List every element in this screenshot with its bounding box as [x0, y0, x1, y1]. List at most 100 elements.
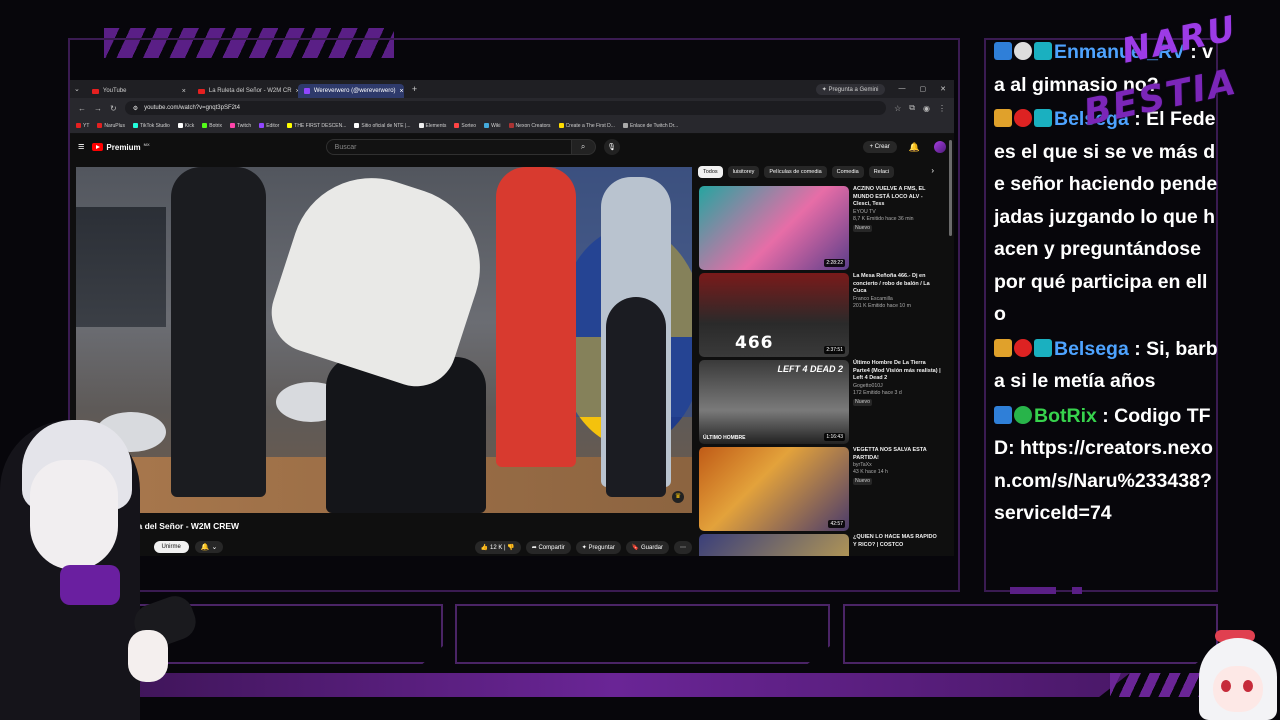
chip-comedy-movies[interactable]: Películas de comedia	[764, 166, 827, 178]
close-icon[interactable]: ×	[182, 88, 186, 95]
recommendation-title[interactable]: La Mesa Reñoña 466.- Dj en concierto / r…	[853, 273, 941, 296]
close-window-icon[interactable]: ✕	[940, 85, 946, 93]
chat-username[interactable]: BotRix	[1034, 405, 1097, 427]
maximize-icon[interactable]: ▢	[920, 85, 927, 93]
filter-chips: Todos luisitorey Películas de comedia Co…	[698, 166, 934, 178]
share-button[interactable]: ➦ Compartir	[525, 540, 571, 554]
bookmark-item[interactable]: YT	[76, 123, 89, 129]
site-info-icon[interactable]: ⚙	[133, 105, 138, 112]
recommendation-title[interactable]: ¿QUIÉN LO HACE MÁS RÁPIDO Y RICO? | COST…	[853, 534, 941, 549]
chevron-right-icon[interactable]: ›	[931, 166, 934, 178]
video-thumbnail[interactable]: 42:57	[699, 447, 849, 531]
page-scrollbar[interactable]	[949, 140, 952, 236]
bookmark-item[interactable]: NaruPlus	[97, 123, 125, 129]
recommendation-title[interactable]: ACZINO VUELVE A FMS, EL MUNDO ESTÁ LOCO …	[853, 186, 941, 209]
recommendation-title[interactable]: VEGETTA NOS SALVA ESTA PARTIDA!	[853, 447, 941, 462]
gemini-button[interactable]: ✦ Pregunta a Gemini	[815, 83, 885, 95]
recommendation-channel[interactable]: byrTaXx	[853, 462, 941, 469]
bookmark-label: Sitio oficial de NTE |...	[361, 122, 411, 129]
recommendation-channel[interactable]: EYOU TV	[853, 209, 941, 216]
recommendation-channel[interactable]: Franco Escamilla	[853, 296, 941, 303]
more-icon[interactable]: ⋮	[938, 104, 946, 113]
bookmark-favicon-icon	[418, 123, 424, 128]
bookmark-item[interactable]: Editor	[259, 123, 279, 129]
recommendation-stats: 172 Emitido hace 3 d	[853, 389, 902, 396]
new-badge: Nuevo	[853, 478, 872, 485]
forward-icon[interactable]: →	[94, 104, 102, 113]
bookmark-item[interactable]: Sorteo	[454, 123, 476, 129]
bookmark-favicon-icon	[97, 123, 103, 128]
recommendation-stats: 43 K hace 14 h	[853, 469, 888, 475]
bookmark-favicon-icon	[354, 123, 360, 128]
recommendation-title[interactable]: Último Hombre De La Tierra Parte4 (Mod V…	[853, 360, 941, 383]
video-thumbnail[interactable]: 466 2:37:51	[699, 273, 849, 357]
tab-twitch[interactable]: Wereverwero (@wereverwero) ×	[297, 84, 404, 98]
bookmark-item[interactable]: Nexon Creators	[508, 123, 551, 129]
tab-bar: ⌄ YouTube × La Ruleta del Señor - W2M CR ×…	[70, 80, 954, 98]
url-field[interactable]: ⚙ youtube.com/watch?v=gnqt3pSF2t4	[124, 101, 887, 115]
red-badge-icon	[1014, 338, 1032, 357]
minimize-icon[interactable]: —	[899, 85, 906, 93]
bookmark-item[interactable]: Elements	[418, 123, 446, 129]
bookmark-item[interactable]: Botrix	[202, 123, 222, 129]
address-bar: ← → ↻ ⚙ youtube.com/watch?v=gnqt3pSF2t4 ☆…	[70, 98, 954, 118]
close-icon[interactable]: ×	[400, 88, 404, 95]
notifications-icon[interactable]: 🔔	[909, 142, 920, 153]
duration-badge: 1:16:43	[824, 433, 845, 441]
bookmark-item[interactable]: Enlace de Twitch Dr...	[622, 123, 678, 129]
bookmark-favicon-icon	[76, 123, 81, 128]
bookmark-item[interactable]: Create a The First D...	[558, 123, 615, 129]
search-icon[interactable]: ⌕	[571, 139, 596, 155]
menu-icon[interactable]: ≡	[78, 141, 84, 153]
search-input[interactable]: Buscar	[325, 139, 572, 155]
bookmark-item[interactable]: Sitio oficial de NTE |...	[354, 122, 411, 129]
youtube-icon	[197, 88, 205, 94]
bookmark-item[interactable]: TikTok Studio	[132, 122, 170, 129]
chip-comedy[interactable]: Comedia	[831, 166, 864, 178]
recommendation-item[interactable]: LEFT 4 DEAD 2 ÚLTIMO HOMBRE 1:16:43 Último…	[699, 360, 943, 447]
ask-button[interactable]: ✦ Preguntar	[575, 540, 621, 554]
like-button[interactable]: 👍 12 K | 👎	[474, 540, 521, 554]
video-person	[496, 167, 576, 467]
video-thumbnail[interactable]	[699, 534, 849, 556]
ask-label: Preguntar	[588, 544, 615, 551]
chip-related[interactable]: Relaci	[868, 166, 894, 178]
chip-channel[interactable]: luisitorey	[727, 166, 760, 178]
bookmark-item[interactable]: THE FIRST DESCEN...	[287, 123, 346, 129]
video-thumbnail[interactable]: LEFT 4 DEAD 2 ÚLTIMO HOMBRE 1:16:43	[699, 360, 849, 444]
moderator-badge-icon	[994, 42, 1012, 60]
profile-icon[interactable]: ◉	[923, 104, 930, 113]
tab-list-icon[interactable]: ⌄	[74, 85, 80, 93]
recommendation-item[interactable]: 42:57 VEGETTA NOS SALVA ESTA PARTIDA! byr…	[699, 447, 943, 534]
info-box-right	[843, 604, 1218, 664]
video-thumbnail[interactable]: 2:28:22	[699, 186, 849, 270]
recommendation-channel[interactable]: Gogetto010J	[853, 383, 941, 390]
recommendation-item[interactable]: 466 2:37:51 La Mesa Reñoña 466.- Dj en co…	[699, 273, 943, 360]
bookmark-star-icon[interactable]: ☆	[894, 104, 901, 113]
recommendation-item[interactable]: 2:28:22 ACZINO VUELVE A FMS, EL MUNDO ES…	[699, 186, 943, 273]
back-icon[interactable]: ←	[78, 104, 86, 113]
bookmark-item[interactable]: Twitch	[230, 123, 251, 129]
chip-todos[interactable]: Todos	[698, 166, 723, 178]
more-actions-button[interactable]: ⋯	[674, 540, 692, 554]
bookmark-favicon-icon	[132, 123, 138, 128]
new-tab-icon[interactable]: +	[412, 84, 417, 94]
extensions-icon[interactable]: ⧉	[909, 103, 915, 113]
save-button[interactable]: 🔖 Guardar	[625, 540, 669, 554]
tab-youtube[interactable]: YouTube ×	[86, 84, 192, 98]
chat-username[interactable]: Belsega	[1054, 338, 1129, 360]
channel-watermark-icon[interactable]: ♛	[672, 491, 684, 503]
bookmark-favicon-icon	[622, 123, 628, 128]
tab-label: Wereverwero (@wereverwero)	[313, 88, 396, 94]
account-avatar[interactable]	[934, 141, 946, 153]
search-placeholder: Buscar	[334, 143, 357, 151]
mic-icon[interactable]: 🎙	[603, 139, 620, 155]
youtube-logo[interactable]: Premium MX	[92, 142, 150, 152]
bookmark-item[interactable]: Wiki	[484, 123, 501, 129]
tab-ruleta[interactable]: La Ruleta del Señor - W2M CR ×	[192, 84, 298, 98]
recommendation-item[interactable]: ¿QUIÉN LO HACE MÁS RÁPIDO Y RICO? | COST…	[699, 534, 943, 556]
create-button[interactable]: + Crear	[862, 141, 897, 153]
bookmark-label: TikTok Studio	[139, 122, 170, 129]
reload-icon[interactable]: ↻	[110, 104, 117, 113]
bookmark-item[interactable]: Kick	[177, 123, 194, 129]
